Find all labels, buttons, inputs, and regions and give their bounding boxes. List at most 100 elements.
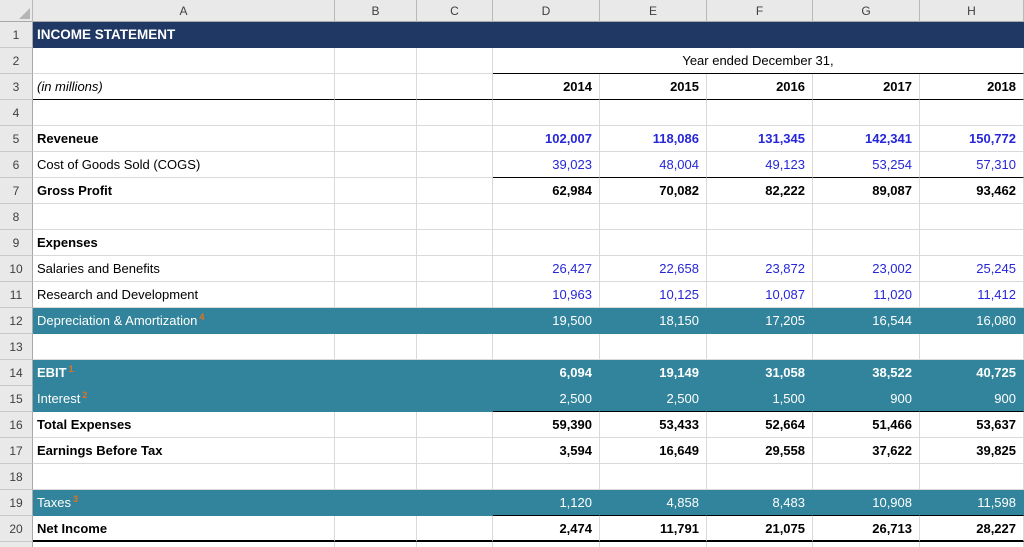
cell-H5[interactable]: 150,772 — [920, 126, 1024, 152]
cell-A20[interactable]: Net Income — [33, 516, 335, 542]
cell-C8[interactable] — [417, 204, 493, 230]
cell-B8[interactable] — [335, 204, 417, 230]
cell-D7[interactable]: 62,984 — [493, 178, 600, 204]
cell-B17[interactable] — [335, 438, 417, 464]
cell-G12[interactable]: 16,544 — [813, 308, 920, 334]
cell-A15[interactable]: Interest 2 — [33, 386, 335, 412]
cell-G8[interactable] — [813, 204, 920, 230]
select-all-corner[interactable] — [0, 0, 33, 22]
cell-F7[interactable]: 82,222 — [707, 178, 813, 204]
row-header-19[interactable]: 19 — [0, 490, 33, 516]
row-header-20[interactable]: 20 — [0, 516, 33, 542]
cell-C13[interactable] — [417, 334, 493, 360]
cell-G18[interactable] — [813, 464, 920, 490]
cell-C2[interactable] — [417, 48, 493, 74]
cell-A3[interactable]: (in millions) — [33, 74, 335, 100]
cell-E11[interactable]: 10,125 — [600, 282, 707, 308]
row-header-18[interactable]: 18 — [0, 464, 33, 490]
cell-H16[interactable]: 53,637 — [920, 412, 1024, 438]
cell-C14[interactable] — [417, 360, 493, 386]
row-header-14[interactable]: 14 — [0, 360, 33, 386]
cell-F16[interactable]: 52,664 — [707, 412, 813, 438]
cell-A7[interactable]: Gross Profit — [33, 178, 335, 204]
column-header-D[interactable]: D — [493, 0, 600, 22]
row-header-2[interactable]: 2 — [0, 48, 33, 74]
cell-A21[interactable] — [33, 542, 335, 547]
cell-G20[interactable]: 26,713 — [813, 516, 920, 542]
cell-G21[interactable] — [813, 542, 920, 547]
cell-A12[interactable]: Depreciation & Amortization 4 — [33, 308, 335, 334]
cell-H17[interactable]: 39,825 — [920, 438, 1024, 464]
cell-D4[interactable] — [493, 100, 600, 126]
cell-A9[interactable]: Expenses — [33, 230, 335, 256]
cell-B12[interactable] — [335, 308, 417, 334]
cell-A19[interactable]: Taxes 3 — [33, 490, 335, 516]
cell-H15[interactable]: 900 — [920, 386, 1024, 412]
cell-E13[interactable] — [600, 334, 707, 360]
cell-A13[interactable] — [33, 334, 335, 360]
cell-D3[interactable]: 2014 — [493, 74, 600, 100]
cell-B6[interactable] — [335, 152, 417, 178]
cell-E19[interactable]: 4,858 — [600, 490, 707, 516]
cell-C20[interactable] — [417, 516, 493, 542]
cell-G5[interactable]: 142,341 — [813, 126, 920, 152]
cell-C19[interactable] — [417, 490, 493, 516]
cell-B14[interactable] — [335, 360, 417, 386]
cell-C7[interactable] — [417, 178, 493, 204]
cell-H18[interactable] — [920, 464, 1024, 490]
cell-C3[interactable] — [417, 74, 493, 100]
cell-D8[interactable] — [493, 204, 600, 230]
row-header-13[interactable]: 13 — [0, 334, 33, 360]
cell-F6[interactable]: 49,123 — [707, 152, 813, 178]
column-header-B[interactable]: B — [335, 0, 417, 22]
cell-F8[interactable] — [707, 204, 813, 230]
cell-F21[interactable] — [707, 542, 813, 547]
cell-D15[interactable]: 2,500 — [493, 386, 600, 412]
row-header-10[interactable]: 10 — [0, 256, 33, 282]
cell-H13[interactable] — [920, 334, 1024, 360]
cell-F3[interactable]: 2016 — [707, 74, 813, 100]
cell-H3[interactable]: 2018 — [920, 74, 1024, 100]
cell-C15[interactable] — [417, 386, 493, 412]
cell-G4[interactable] — [813, 100, 920, 126]
cell-D12[interactable]: 19,500 — [493, 308, 600, 334]
cell-H11[interactable]: 11,412 — [920, 282, 1024, 308]
cell-C11[interactable] — [417, 282, 493, 308]
cell-B7[interactable] — [335, 178, 417, 204]
cell-C16[interactable] — [417, 412, 493, 438]
cell-A11[interactable]: Research and Development — [33, 282, 335, 308]
cell-E15[interactable]: 2,500 — [600, 386, 707, 412]
cell-F19[interactable]: 8,483 — [707, 490, 813, 516]
cell-G3[interactable]: 2017 — [813, 74, 920, 100]
cell-A17[interactable]: Earnings Before Tax — [33, 438, 335, 464]
cell-G17[interactable]: 37,622 — [813, 438, 920, 464]
cell-F18[interactable] — [707, 464, 813, 490]
cell-B5[interactable] — [335, 126, 417, 152]
cell-A16[interactable]: Total Expenses — [33, 412, 335, 438]
cell-E8[interactable] — [600, 204, 707, 230]
cell-B13[interactable] — [335, 334, 417, 360]
cell-H6[interactable]: 57,310 — [920, 152, 1024, 178]
row-header-5[interactable]: 5 — [0, 126, 33, 152]
cell-F4[interactable] — [707, 100, 813, 126]
cell-E21[interactable] — [600, 542, 707, 547]
cell-B11[interactable] — [335, 282, 417, 308]
cell-C12[interactable] — [417, 308, 493, 334]
row-header-7[interactable]: 7 — [0, 178, 33, 204]
column-header-C[interactable]: C — [417, 0, 493, 22]
cell-D17[interactable]: 3,594 — [493, 438, 600, 464]
cell-E20[interactable]: 11,791 — [600, 516, 707, 542]
cell-E4[interactable] — [600, 100, 707, 126]
cell-B9[interactable] — [335, 230, 417, 256]
cell-H19[interactable]: 11,598 — [920, 490, 1024, 516]
cell-H7[interactable]: 93,462 — [920, 178, 1024, 204]
cell-F9[interactable] — [707, 230, 813, 256]
cell-F12[interactable]: 17,205 — [707, 308, 813, 334]
cell-A8[interactable] — [33, 204, 335, 230]
cell-E16[interactable]: 53,433 — [600, 412, 707, 438]
cell-A5[interactable]: Reveneue — [33, 126, 335, 152]
cell-G9[interactable] — [813, 230, 920, 256]
cell-F11[interactable]: 10,087 — [707, 282, 813, 308]
cell-B2[interactable] — [335, 48, 417, 74]
cell-C9[interactable] — [417, 230, 493, 256]
